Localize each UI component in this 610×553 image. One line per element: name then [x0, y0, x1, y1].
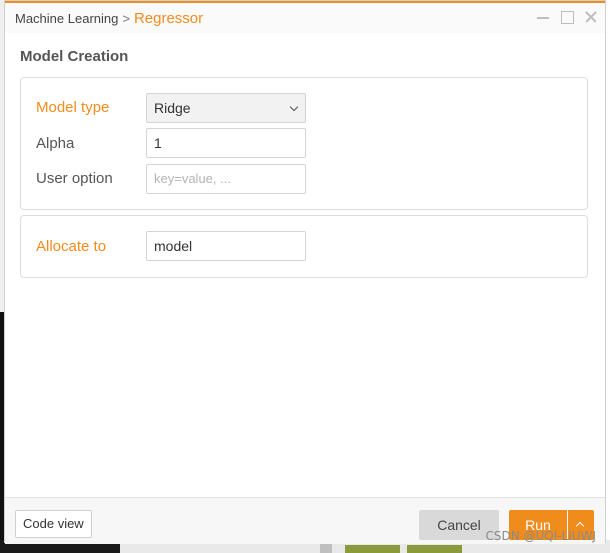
model-type-value: Ridge [154, 100, 191, 116]
breadcrumb-separator: > [122, 11, 130, 26]
alpha-input[interactable]: 1 [146, 128, 306, 158]
user-option-input[interactable]: key=value, ... [146, 164, 306, 194]
maximize-icon[interactable] [559, 9, 575, 25]
alpha-label: Alpha [36, 135, 75, 152]
model-options-panel: Model type Ridge Alpha 1 User option key… [20, 77, 588, 210]
user-option-label: User option [36, 170, 113, 187]
background-button [407, 545, 462, 553]
section-title: Model Creation [20, 48, 129, 65]
minimize-icon[interactable] [535, 9, 551, 25]
model-type-select[interactable]: Ridge [146, 93, 306, 123]
code-view-button[interactable]: Code view [15, 510, 92, 538]
window-controls [535, 9, 599, 25]
breadcrumb-parent: Machine Learning [15, 11, 119, 26]
allocate-panel: Allocate to model [20, 215, 588, 278]
allocate-label: Allocate to [36, 238, 107, 255]
close-icon[interactable] [583, 9, 599, 25]
allocate-input[interactable]: model [146, 231, 306, 261]
regressor-dialog: Machine Learning > Regressor Model Creatio… [4, 0, 606, 544]
breadcrumb: Machine Learning > Regressor [15, 10, 203, 27]
chevron-down-icon [289, 102, 299, 112]
background-button [345, 545, 400, 553]
dialog-titlebar[interactable]: Machine Learning > Regressor [5, 1, 605, 33]
watermark: CSDN @UQI-LIUWJ [485, 529, 596, 543]
model-type-label: Model type [36, 99, 110, 116]
breadcrumb-current: Regressor [133, 10, 204, 27]
